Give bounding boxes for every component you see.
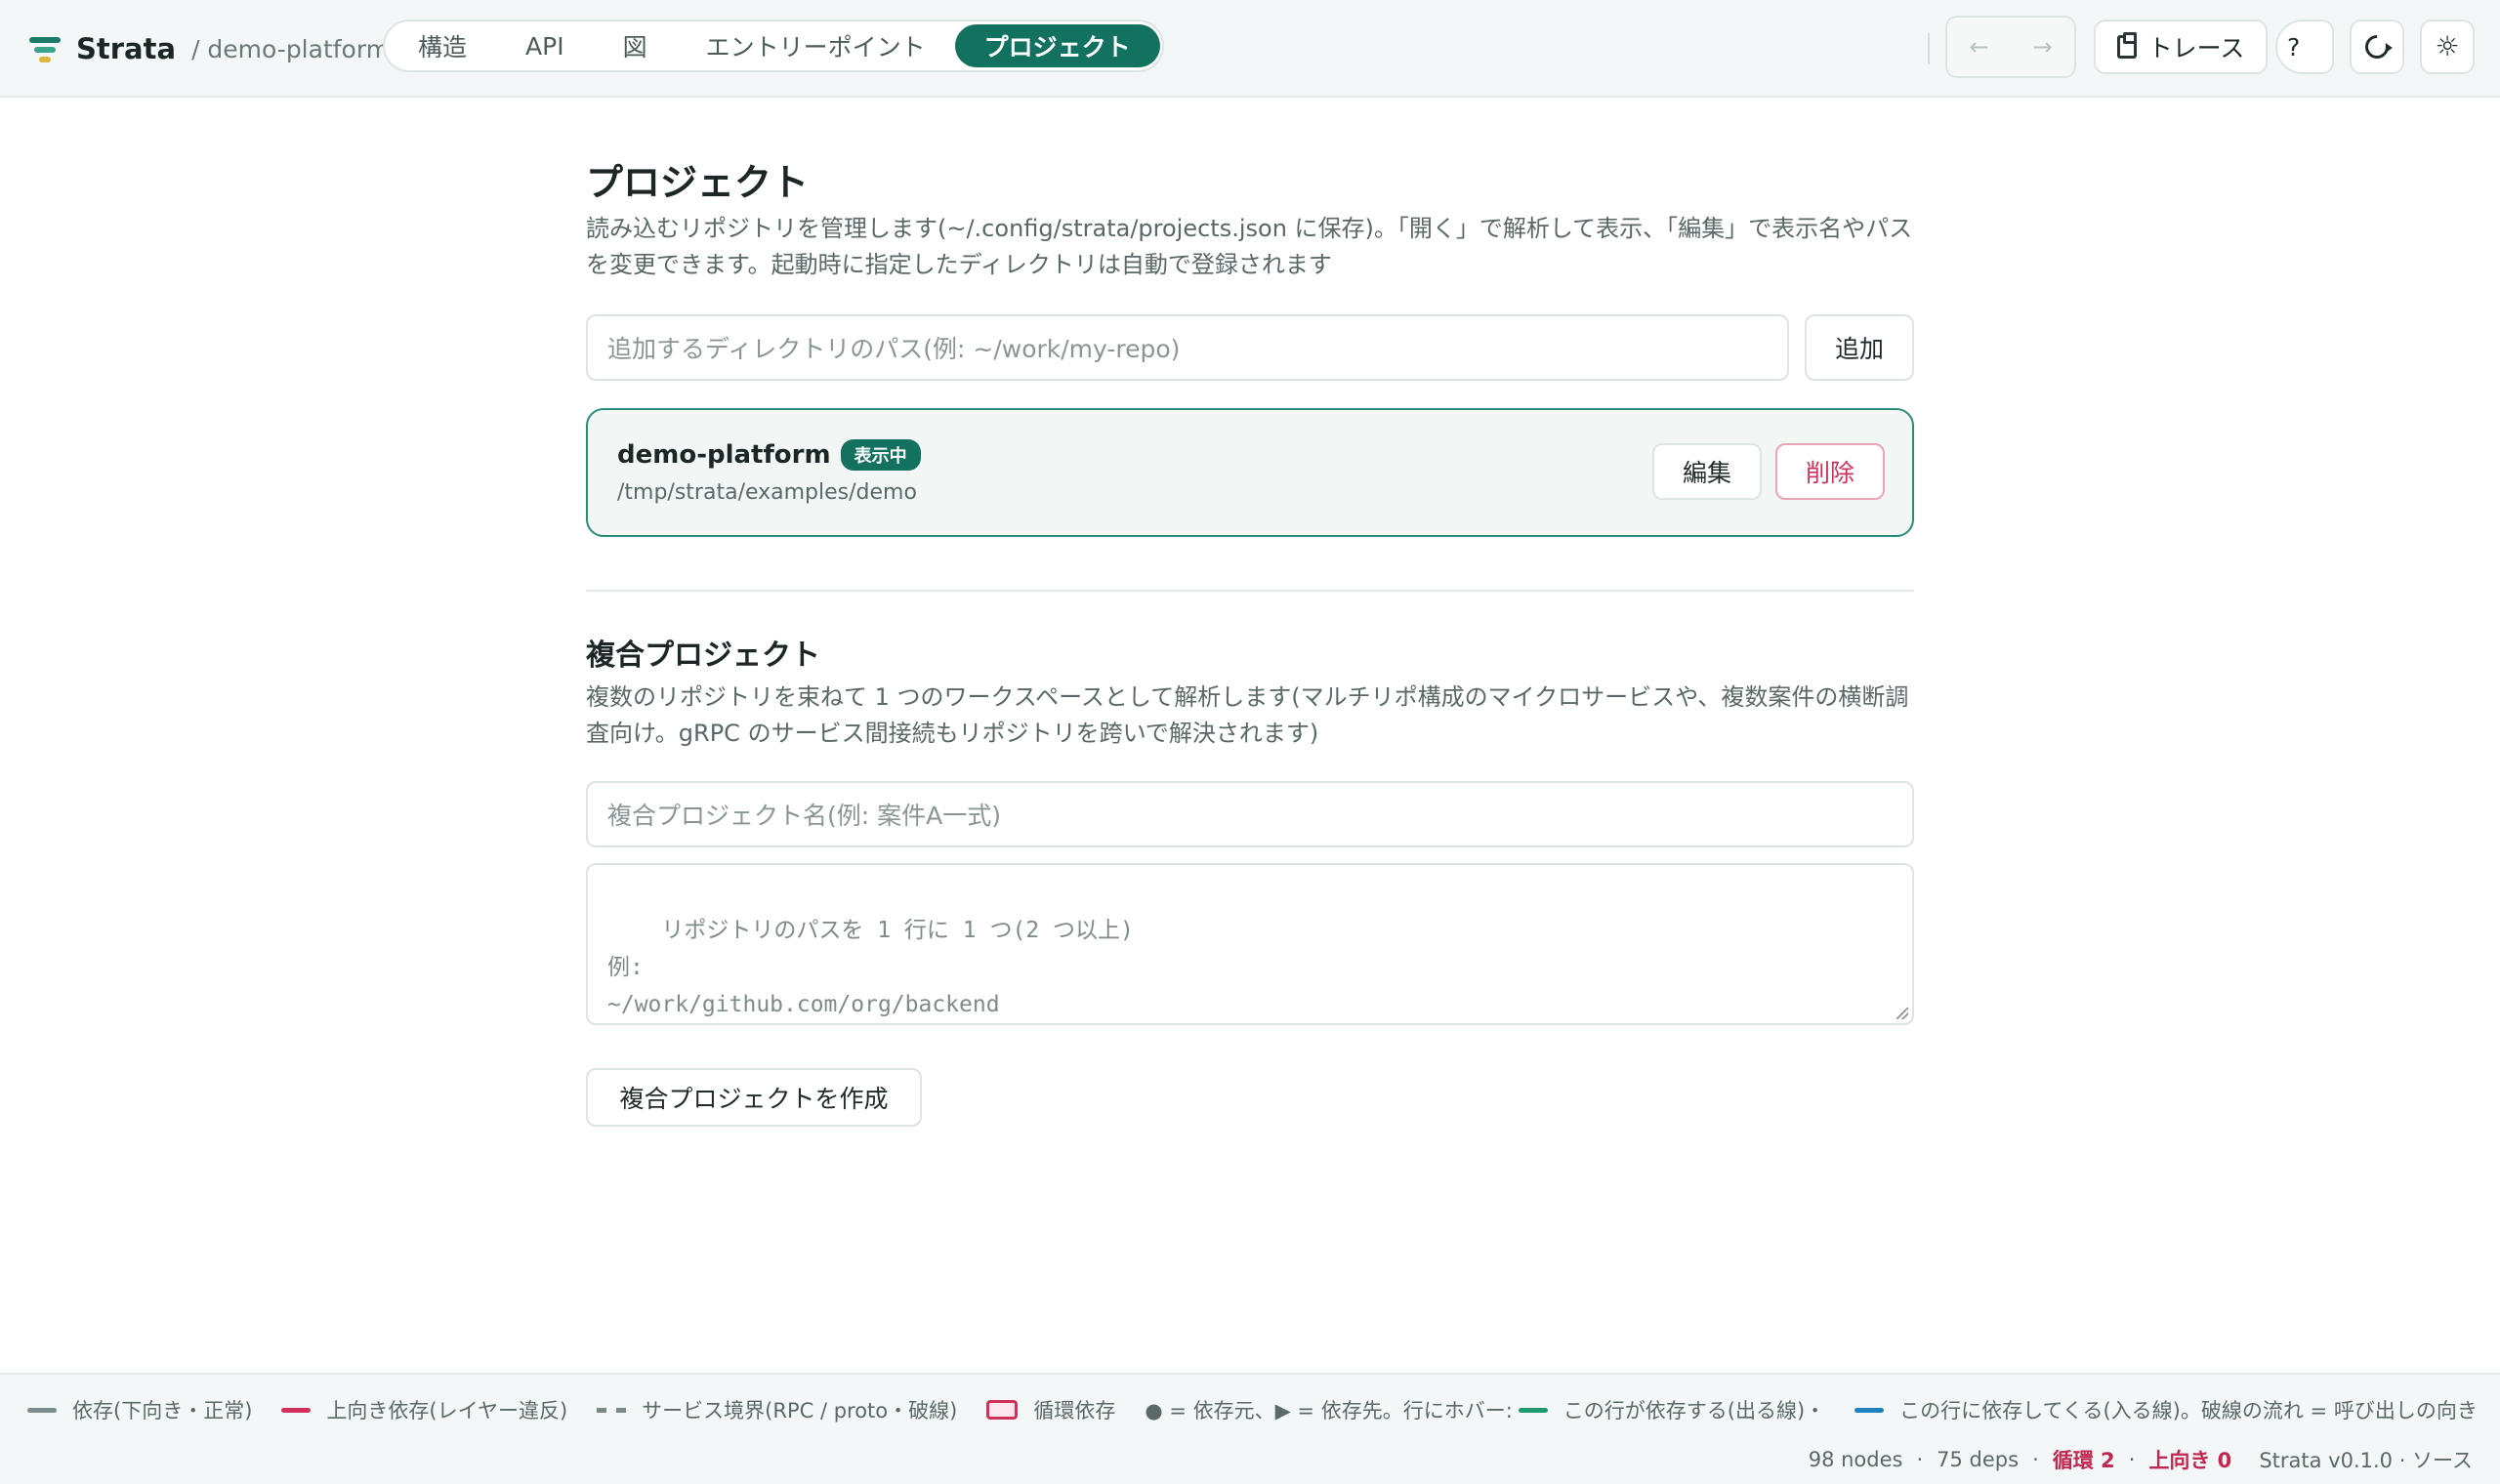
strata-logo-icon (29, 35, 61, 62)
legend-item-markers: ● = 依存元、▶ = 依存先。行にホバー: (1145, 1395, 1512, 1424)
legend-label: 上向き依存(レイヤー違反) (326, 1399, 568, 1422)
status-badge: 表示中 (840, 439, 921, 471)
history-nav: ← → (1945, 16, 2076, 78)
sun-icon: ☼ (2435, 30, 2460, 62)
cycle-box-icon (986, 1400, 1019, 1420)
trace-label: トレース (2147, 34, 2245, 62)
legend-item-incoming: この行に依存してくる(入る線)。破線の流れ = 呼び出しの向き (1854, 1395, 2478, 1424)
view-tabs: 構造 API 図 エントリーポイント プロジェクト (383, 20, 1164, 72)
legend-item-upward: 上向き依存(レイヤー違反) (281, 1395, 567, 1424)
legend-label: この行が依存する(出る線)・ (1562, 1399, 1826, 1422)
edit-button[interactable]: 編集 (1652, 443, 1762, 500)
breadcrumb: / demo-platform (191, 34, 391, 63)
refresh-icon (2360, 30, 2394, 63)
separator-dot: · (2032, 1448, 2039, 1471)
theme-toggle-button[interactable]: ☼ (2420, 20, 2475, 74)
legend-label: サービス境界(RPC / proto・破線) (642, 1399, 958, 1422)
upward-count[interactable]: 上向き 0 (2148, 1445, 2231, 1474)
composite-title: 複合プロジェクト (586, 639, 820, 673)
separator-dot: · (2128, 1448, 2136, 1471)
composite-name-input[interactable]: 複合プロジェクト名(例: 案件A一式) (586, 781, 1914, 847)
help-button[interactable]: ? (2275, 20, 2334, 74)
node-count: 98 nodes (1808, 1448, 1903, 1471)
directory-path-input[interactable]: 追加するディレクトリのパス(例: ~/work/my-repo) (586, 314, 1789, 381)
gray-line-icon (27, 1407, 57, 1413)
legend: 依存(下向き・正常) 上向き依存(レイヤー違反) サービス境界(RPC / pr… (27, 1390, 2479, 1429)
projects-description: 読み込むリポジトリを管理します(~/.config/strata/project… (586, 215, 1913, 278)
dep-count: 75 deps (1937, 1448, 2020, 1471)
tab-diagram[interactable]: 図 (594, 24, 677, 67)
green-line-icon (1518, 1407, 1548, 1413)
cycle-count[interactable]: 循環 2 (2053, 1445, 2115, 1474)
add-button[interactable]: 追加 (1805, 314, 1914, 381)
separator-dot: · (1916, 1448, 1924, 1471)
tab-structure[interactable]: 構造 (389, 24, 496, 67)
header-divider (1928, 33, 1930, 64)
legend-label: ● = 依存元、▶ = 依存先。行にホバー: (1145, 1399, 1513, 1422)
page-title: プロジェクト (586, 161, 810, 204)
resize-handle-icon[interactable] (1896, 1008, 1908, 1019)
legend-item-cycle: 循環依存 (986, 1395, 1115, 1424)
section-divider (586, 590, 1914, 592)
app-name: Strata (76, 32, 177, 65)
project-name-row: demo-platform 表示中 (617, 439, 921, 471)
blue-line-icon (1854, 1407, 1885, 1413)
legend-item-outgoing: この行が依存する(出る線)・ (1518, 1395, 1826, 1424)
tab-entrypoints[interactable]: エントリーポイント (677, 24, 955, 67)
project-card[interactable]: demo-platform 表示中 /tmp/strata/examples/d… (586, 408, 1914, 537)
tab-api[interactable]: API (496, 24, 594, 67)
tab-projects[interactable]: プロジェクト (954, 24, 1160, 67)
forward-arrow-icon[interactable]: → (2032, 33, 2052, 61)
legend-label: この行に依存してくる(入る線)。破線の流れ = 呼び出しの向き (1899, 1399, 2478, 1422)
trace-button[interactable]: トレース (2094, 20, 2268, 74)
repository-paths-placeholder: リポジトリのパスを 1 行に 1 つ(2 つ以上) 例: ~/work/gith… (607, 918, 1134, 1017)
graph-stats: 98 nodes · 75 deps · 循環 2 · 上向き 0 Strata… (1809, 1445, 2473, 1474)
clipboard-icon (2116, 32, 2137, 59)
brand[interactable]: Strata / demo-platform (29, 29, 390, 68)
app-header: Strata / demo-platform 構造 API 図 エントリーポイン… (0, 0, 2500, 98)
legend-label: 依存(下向き・正常) (72, 1399, 253, 1422)
legend-item-service-boundary: サービス境界(RPC / proto・破線) (597, 1395, 957, 1424)
refresh-button[interactable] (2350, 20, 2404, 74)
dashed-line-icon (597, 1407, 627, 1413)
repository-paths-textarea[interactable]: リポジトリのパスを 1 行に 1 つ(2 つ以上) 例: ~/work/gith… (586, 863, 1914, 1025)
project-path: /tmp/strata/examples/demo (617, 480, 917, 505)
version-info[interactable]: Strata v0.1.0 · ソース (2259, 1445, 2473, 1474)
project-name: demo-platform (617, 440, 831, 470)
composite-description: 複数のリポジトリを束ねて 1 つのワークスペースとして解析します(マルチリポ構成… (586, 683, 1909, 747)
status-footer: 依存(下向き・正常) 上向き依存(レイヤー違反) サービス境界(RPC / pr… (0, 1373, 2500, 1484)
back-arrow-icon[interactable]: ← (1969, 33, 1988, 61)
red-line-icon (281, 1407, 312, 1413)
create-composite-button[interactable]: 複合プロジェクトを作成 (586, 1068, 922, 1127)
legend-label: 循環依存 (1033, 1399, 1116, 1422)
delete-button[interactable]: 削除 (1775, 443, 1885, 500)
legend-item-normal: 依存(下向き・正常) (27, 1395, 252, 1424)
